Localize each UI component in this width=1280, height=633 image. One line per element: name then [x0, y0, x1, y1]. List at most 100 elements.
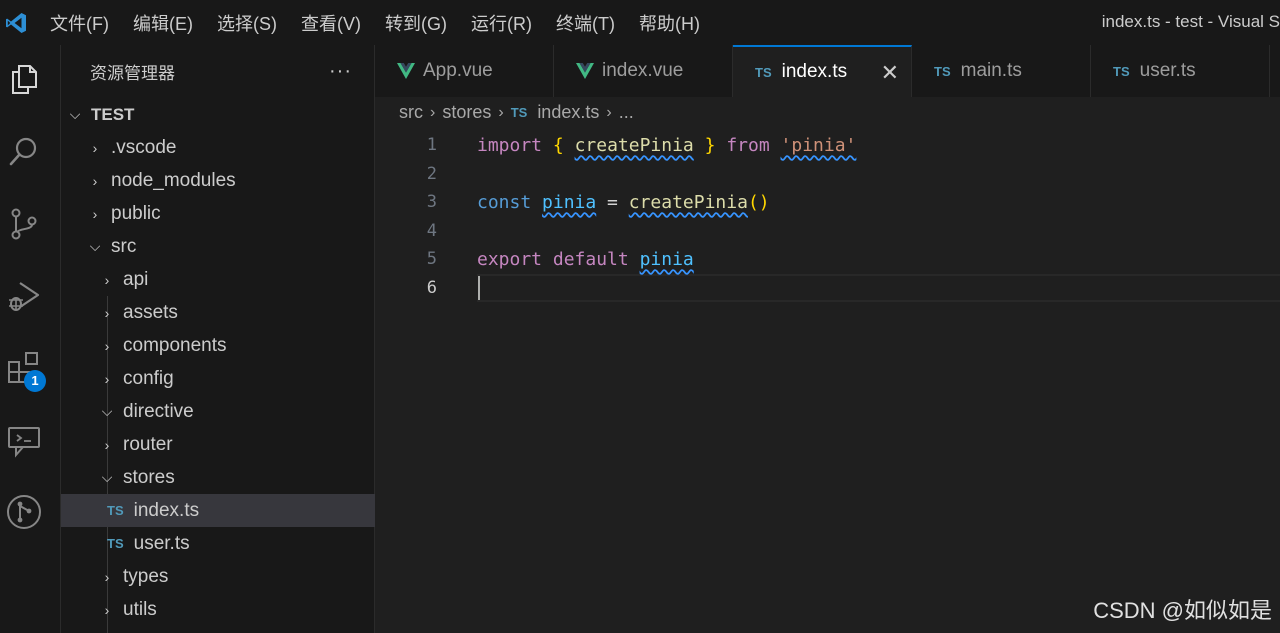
tree-folder-config[interactable]: › config [61, 362, 412, 395]
chevron-right-icon: › [606, 103, 612, 121]
typescript-file-icon: TS [107, 536, 124, 551]
chevron-right-icon: › [92, 139, 98, 156]
menu-edit[interactable]: 编辑(E) [133, 10, 193, 36]
tree-item-label: TEST [91, 104, 135, 124]
code-line[interactable]: 4 [375, 217, 1280, 246]
tree-root-test[interactable]: ⌵ TEST [61, 98, 380, 131]
menu-view[interactable]: 查看(V) [301, 10, 361, 36]
tab-user-ts[interactable]: TS user.ts [1091, 45, 1270, 97]
tree-folder-api[interactable]: › api [61, 263, 412, 296]
tree-item-label: components [123, 334, 227, 356]
tree-item-label: utils [123, 598, 157, 620]
chevron-right-icon: › [104, 271, 110, 288]
tree-folder-assets[interactable]: › assets [61, 296, 412, 329]
tree-item-label: directive [123, 400, 194, 422]
code-token: const [477, 191, 532, 213]
more-actions-button[interactable]: ··· [329, 60, 352, 83]
menu-run[interactable]: 运行(R) [471, 10, 532, 36]
code-token: pinia [639, 248, 694, 270]
line-code: export default pinia [477, 249, 694, 270]
git-graph-icon[interactable] [6, 494, 42, 530]
tab-app-vue[interactable]: App.vue [375, 45, 554, 97]
code-line[interactable]: 6 [375, 274, 1280, 303]
typescript-file-icon: TS [934, 63, 951, 79]
remote-explorer-icon[interactable] [6, 422, 42, 458]
tree-file-index-ts[interactable]: TS index.ts [61, 494, 420, 527]
chevron-right-icon: › [92, 205, 98, 222]
code-token: createPinia [628, 191, 748, 213]
tab-label: App.vue [423, 60, 493, 81]
tab-label: main.ts [960, 60, 1022, 81]
tree-item-label: src [111, 235, 137, 257]
explorer-sidebar: 资源管理器 ··· ⌵ TEST › .vscode › node_module… [61, 45, 420, 633]
chevron-right-icon: › [104, 370, 110, 387]
menu-selection[interactable]: 选择(S) [217, 10, 277, 36]
line-number: 1 [426, 135, 437, 156]
typescript-file-icon: TS [107, 503, 124, 518]
tree-folder-types[interactable]: › types [61, 560, 412, 593]
close-icon[interactable]: ✕ [881, 60, 899, 86]
code-token: = [596, 191, 629, 213]
tree-item-label: config [123, 367, 174, 389]
code-token: 'pinia' [780, 134, 857, 156]
code-line[interactable]: 1 import { createPinia } from 'pinia' [375, 131, 1280, 160]
typescript-file-icon: TS [510, 105, 528, 120]
search-icon[interactable] [6, 134, 42, 170]
menu-bar: 文件(F) 编辑(E) 选择(S) 查看(V) 转到(G) 运行(R) 终端(T… [50, 10, 724, 36]
code-editor[interactable]: 1 import { createPinia } from 'pinia' 2 … [375, 131, 1280, 633]
tree-item-label: user.ts [133, 532, 190, 554]
tree-folder-src[interactable]: ⌵ src [61, 230, 400, 263]
tab-label: index.ts [781, 61, 848, 82]
tree-folder-directive[interactable]: ⌵ directive [61, 395, 412, 428]
tree-item-label: node_modules [111, 169, 236, 191]
code-line[interactable]: 2 [375, 160, 1280, 189]
activity-bar: 1 [0, 45, 61, 633]
tree-folder-router[interactable]: › router [61, 428, 412, 461]
chevron-right-icon: › [498, 103, 504, 121]
chevron-down-icon: ⌵ [89, 238, 101, 254]
tree-folder-utils[interactable]: › utils [61, 593, 412, 626]
watermark: CSDN @如似如是 [1093, 598, 1272, 623]
chevron-right-icon: › [104, 304, 110, 321]
tree-item-label: assets [123, 301, 178, 323]
code-token: } [704, 134, 716, 156]
tree-folder-components[interactable]: › components [61, 329, 412, 362]
code-line[interactable]: 3 const pinia = createPinia() [375, 188, 1280, 217]
tab-main-ts[interactable]: TS main.ts [912, 45, 1091, 97]
tab-index-ts[interactable]: TS index.ts ✕ [733, 45, 912, 97]
breadcrumb-item-file[interactable]: index.ts [537, 102, 599, 123]
menu-help[interactable]: 帮助(H) [639, 10, 700, 36]
sidebar-title: 资源管理器 [90, 63, 175, 83]
menu-file[interactable]: 文件(F) [50, 10, 109, 36]
tree-file-user-ts[interactable]: TS user.ts [61, 527, 420, 560]
breadcrumb-item-src[interactable]: src [399, 102, 423, 123]
chevron-right-icon: › [92, 172, 98, 189]
breadcrumb-item-symbols[interactable]: ... [619, 102, 634, 123]
chevron-right-icon: › [104, 601, 110, 618]
chevron-right-icon: › [430, 103, 436, 121]
extensions-badge: 1 [24, 370, 46, 392]
tree-folder-node-modules[interactable]: › node_modules [61, 164, 400, 197]
line-number: 6 [426, 278, 437, 299]
code-token: createPinia [574, 134, 694, 156]
tree-item-label: .vscode [111, 136, 177, 158]
tree-folder-public[interactable]: › public [61, 197, 400, 230]
tree-folder-stores[interactable]: ⌵ stores [61, 461, 412, 494]
explorer-icon[interactable] [6, 61, 42, 97]
tree-folder-vscode[interactable]: › .vscode [61, 131, 400, 164]
tab-index-vue[interactable]: index.vue [554, 45, 733, 97]
menu-go[interactable]: 转到(G) [385, 10, 447, 36]
vue-icon [397, 63, 415, 79]
source-control-icon[interactable] [6, 206, 42, 242]
run-debug-icon[interactable] [6, 278, 42, 314]
breadcrumb-item-stores[interactable]: stores [442, 102, 491, 123]
code-token: () [747, 191, 770, 213]
tree-item-label: index.ts [133, 499, 200, 521]
code-line[interactable]: 5 export default pinia [375, 245, 1280, 274]
menu-terminal[interactable]: 终端(T) [556, 10, 615, 36]
